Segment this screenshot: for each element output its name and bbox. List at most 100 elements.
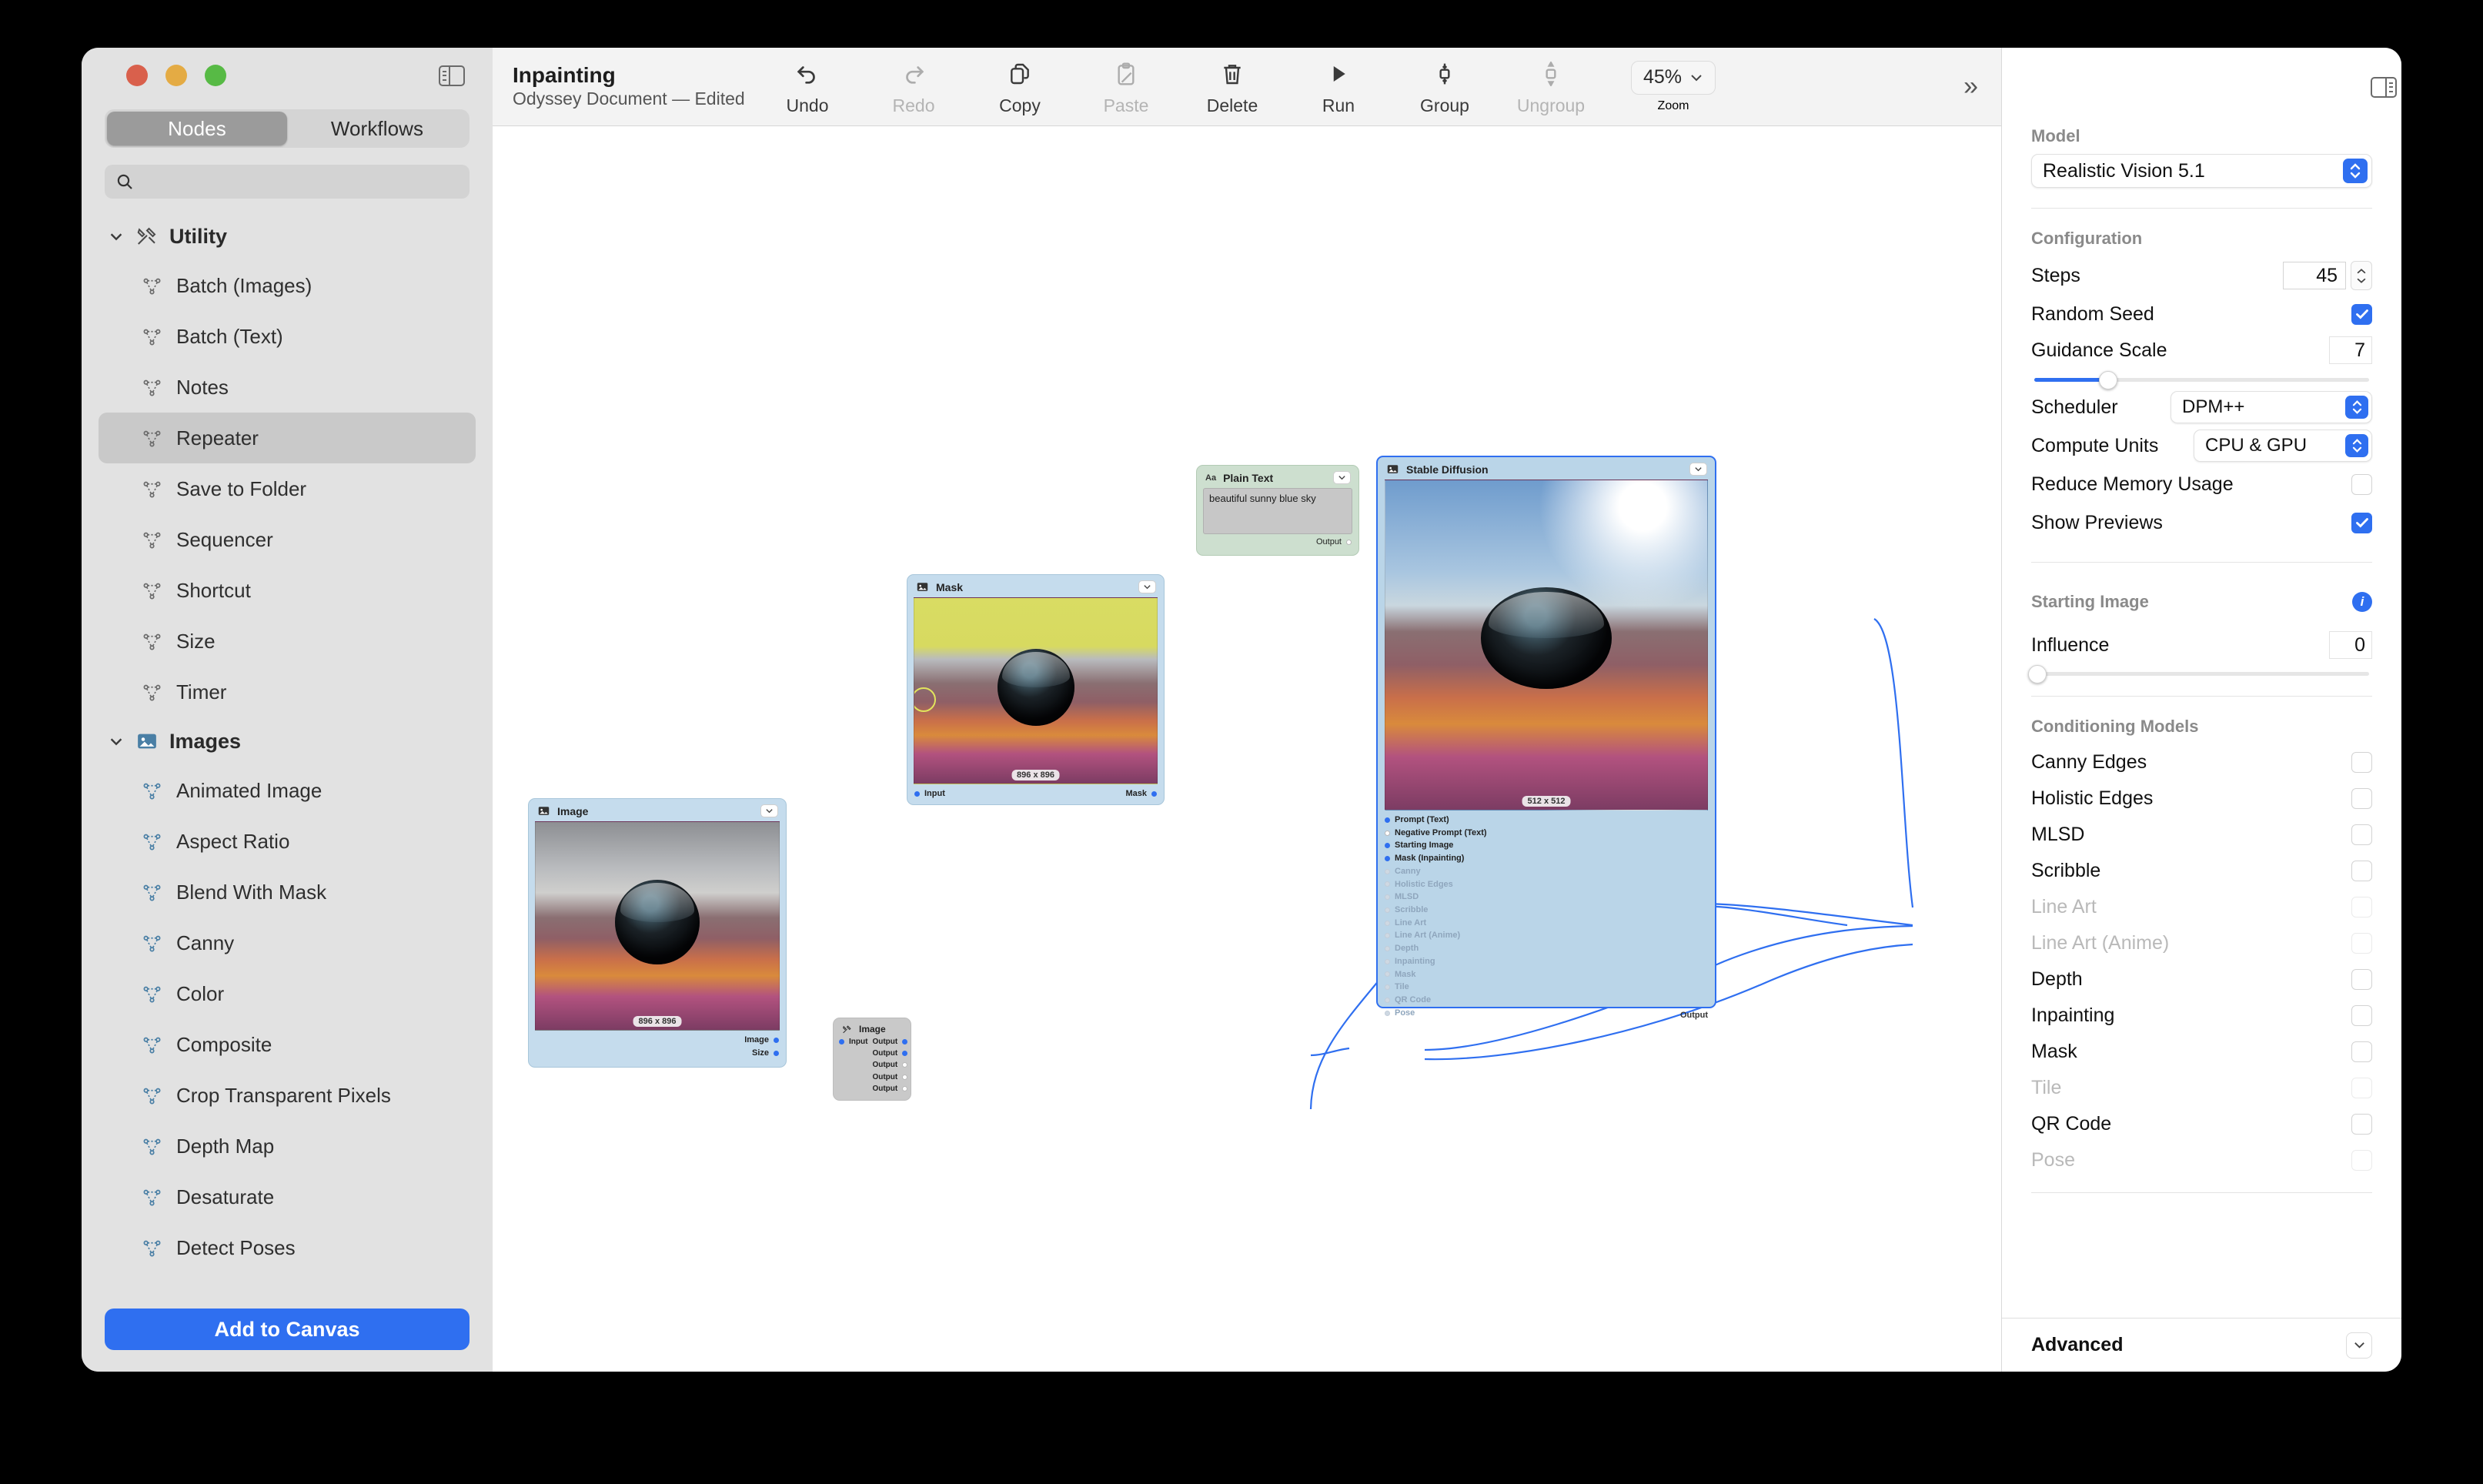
group-button[interactable]: Group <box>1392 57 1498 116</box>
influence-slider[interactable] <box>2028 664 2369 684</box>
node-canvas[interactable]: Image 896 x 896 Image Size Image Input O… <box>493 126 2001 1372</box>
delete-button[interactable]: Delete <box>1179 57 1285 116</box>
canvas-node-plain-text[interactable]: Aa Plain Text beautiful sunny blue sky O… <box>1196 465 1359 556</box>
input-port[interactable]: Starting Image <box>1385 839 1708 852</box>
cond-checkbox-qr-code[interactable] <box>2351 1114 2372 1135</box>
input-port[interactable]: Negative Prompt (Text) <box>1385 827 1708 840</box>
steps-stepper[interactable] <box>2351 261 2372 290</box>
input-port[interactable]: Line Art (Anime) <box>1385 929 1708 942</box>
chevron-updown-icon[interactable] <box>2343 159 2368 183</box>
output-port[interactable]: Output <box>872 1036 908 1048</box>
info-icon[interactable]: i <box>2352 592 2372 612</box>
steps-input[interactable]: 45 <box>2283 262 2346 289</box>
text-input-field[interactable]: beautiful sunny blue sky <box>1203 488 1352 534</box>
output-port[interactable]: Output <box>872 1083 908 1095</box>
sidebar-left-icon[interactable] <box>439 65 465 86</box>
node-header[interactable]: Image <box>834 1018 911 1036</box>
canvas-node-mask[interactable]: Mask 896 x 896 Input Mask <box>907 574 1165 805</box>
paste-button[interactable]: Paste <box>1073 57 1179 116</box>
sidebar-node-batch-text[interactable]: Batch (Text) <box>99 311 476 362</box>
node-header[interactable]: Stable Diffusion <box>1378 457 1715 480</box>
guidance-scale-slider[interactable] <box>2034 370 2369 389</box>
node-header[interactable]: Mask <box>907 575 1164 597</box>
copy-button[interactable]: Copy <box>967 57 1073 116</box>
sidebar-node-shortcut[interactable]: Shortcut <box>99 565 476 616</box>
input-port[interactable]: Input <box>839 1036 867 1048</box>
search-input[interactable] <box>140 171 459 192</box>
ungroup-button[interactable]: Ungroup <box>1498 57 1604 116</box>
sidebar-node-batch-images[interactable]: Batch (Images) <box>99 260 476 311</box>
model-select[interactable]: Realistic Vision 5.1 <box>2031 154 2372 188</box>
scheduler-select[interactable]: DPM++ <box>2171 391 2372 423</box>
input-port[interactable]: Scribble <box>1385 904 1708 917</box>
output-port[interactable]: Output <box>872 1059 908 1071</box>
traffic-lights[interactable] <box>126 65 226 86</box>
input-port[interactable]: Line Art <box>1385 917 1708 930</box>
collapse-button[interactable] <box>1333 471 1351 484</box>
tree-group-images[interactable]: Images <box>99 717 476 765</box>
input-port[interactable]: QR Code <box>1385 994 1708 1007</box>
influence-input[interactable]: 0 <box>2329 631 2372 659</box>
add-to-canvas-button[interactable]: Add to Canvas <box>105 1309 470 1350</box>
sidebar-node-crop-transparent-pixels[interactable]: Crop Transparent Pixels <box>99 1070 476 1121</box>
zoom-button[interactable] <box>205 65 226 86</box>
redo-button[interactable]: Redo <box>861 57 967 116</box>
input-port[interactable]: Input <box>914 787 945 800</box>
cond-checkbox-depth[interactable] <box>2351 969 2372 990</box>
input-port[interactable]: Holistic Edges <box>1385 878 1708 891</box>
sidebar-node-composite[interactable]: Composite <box>99 1019 476 1070</box>
show-previews-checkbox[interactable] <box>2351 512 2372 533</box>
sidebar-node-canny[interactable]: Canny <box>99 917 476 968</box>
run-button[interactable]: Run <box>1285 57 1392 116</box>
sidebar-node-size[interactable]: Size <box>99 616 476 667</box>
input-port[interactable]: Canny <box>1385 865 1708 878</box>
sidebar-node-aspect-ratio[interactable]: Aspect Ratio <box>99 816 476 867</box>
canvas-node-repeater[interactable]: Image Input Output Output Output Output <box>833 1018 911 1101</box>
input-port[interactable]: Mask (Inpainting) <box>1385 852 1708 865</box>
undo-button[interactable]: Undo <box>754 57 861 116</box>
tree-group-utility[interactable]: Utility <box>99 212 476 260</box>
output-port[interactable]: Output <box>872 1048 908 1059</box>
sidebar-node-depth-map[interactable]: Depth Map <box>99 1121 476 1171</box>
collapse-button[interactable] <box>760 804 778 817</box>
canvas-node-stable-diffusion[interactable]: Stable Diffusion 512 x 512 Prompt (Text)… <box>1376 456 1716 1020</box>
output-port[interactable]: Size <box>536 1047 779 1060</box>
input-port[interactable]: Depth <box>1385 942 1708 955</box>
close-button[interactable] <box>126 65 148 86</box>
cond-checkbox-scribble[interactable] <box>2351 861 2372 881</box>
output-port-label[interactable]: Output <box>1680 1011 1708 1020</box>
output-port[interactable]: Output <box>872 1071 908 1083</box>
node-header[interactable]: Image <box>529 799 786 821</box>
tab-nodes[interactable]: Nodes <box>107 112 287 145</box>
cond-checkbox-mlsd[interactable] <box>2351 824 2372 845</box>
node-header[interactable]: Aa Plain Text <box>1197 466 1358 488</box>
cond-checkbox-inpainting[interactable] <box>2351 1005 2372 1026</box>
input-port[interactable]: Prompt (Text) <box>1385 814 1708 827</box>
output-port[interactable]: Image <box>536 1034 779 1047</box>
chevron-updown-icon[interactable] <box>2345 434 2368 457</box>
sidebar-node-save-to-folder[interactable]: Save to Folder <box>99 463 476 514</box>
sidebar-node-detect-poses[interactable]: Detect Poses <box>99 1222 476 1273</box>
guidance-scale-input[interactable]: 7 <box>2329 336 2372 364</box>
reduce-memory-checkbox[interactable] <box>2351 473 2372 495</box>
output-port[interactable]: Mask <box>1125 787 1157 800</box>
advanced-section[interactable]: Advanced <box>2002 1318 2401 1372</box>
sidebar-node-sequencer[interactable]: Sequencer <box>99 514 476 565</box>
sidebar-right-icon[interactable] <box>2371 76 2397 98</box>
output-port[interactable]: Output <box>1204 536 1352 549</box>
sidebar-node-animated-image[interactable]: Animated Image <box>99 765 476 816</box>
sidebar-node-blend-with-mask[interactable]: Blend With Mask <box>99 867 476 917</box>
collapse-button[interactable] <box>1138 580 1156 593</box>
cond-checkbox-mask[interactable] <box>2351 1041 2372 1062</box>
tab-workflows[interactable]: Workflows <box>287 112 467 145</box>
sidebar-node-desaturate[interactable]: Desaturate <box>99 1171 476 1222</box>
sidebar-node-repeater[interactable]: Repeater <box>99 413 476 463</box>
minimize-button[interactable] <box>165 65 187 86</box>
sidebar-node-timer[interactable]: Timer <box>99 667 476 717</box>
cond-checkbox-canny-edges[interactable] <box>2351 752 2372 773</box>
random-seed-checkbox[interactable] <box>2351 303 2372 325</box>
chevron-updown-icon[interactable] <box>2345 396 2368 419</box>
sidebar-node-notes[interactable]: Notes <box>99 362 476 413</box>
advanced-expand-button[interactable] <box>2346 1332 2372 1359</box>
input-port[interactable]: Inpainting <box>1385 955 1708 968</box>
